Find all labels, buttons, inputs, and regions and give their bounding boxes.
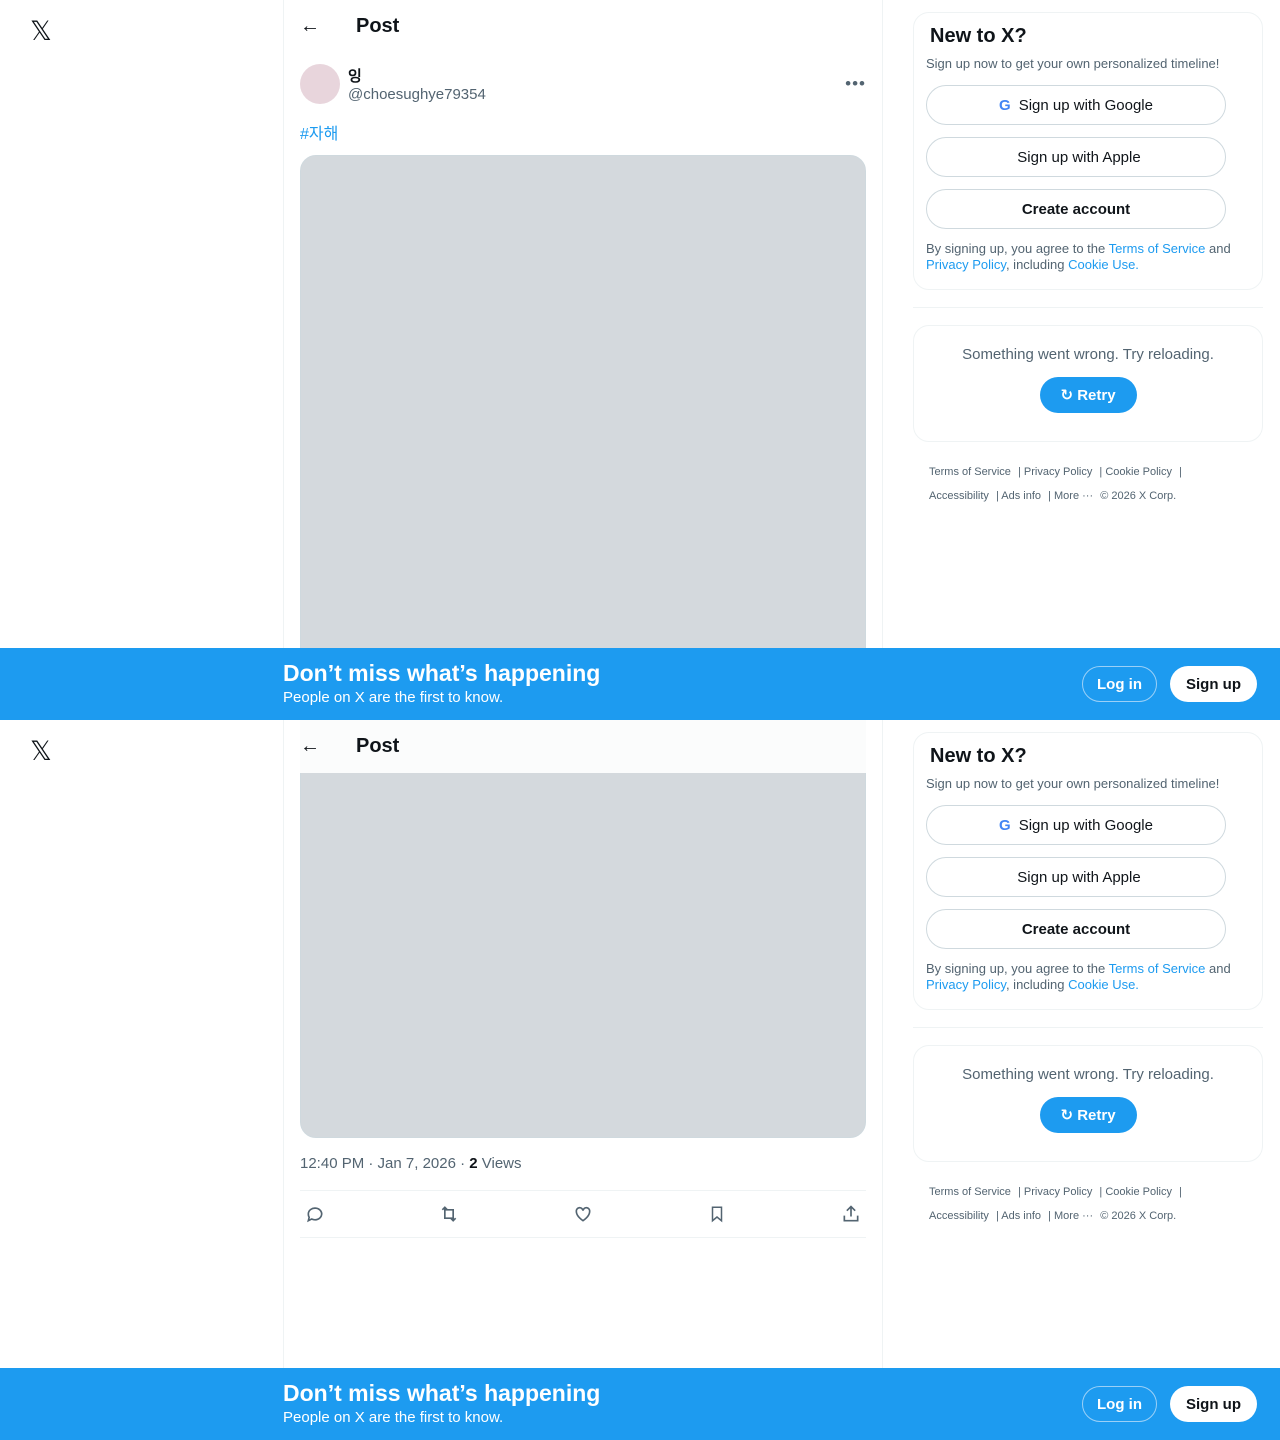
signup-google-button[interactable]: G Sign up with Google: [926, 805, 1226, 845]
google-icon: G: [999, 816, 1011, 834]
google-icon: G: [999, 96, 1011, 114]
post-actions: [300, 1190, 866, 1238]
author-handle[interactable]: @choesughye79354: [348, 86, 486, 103]
terms-link[interactable]: Terms of Service: [1109, 961, 1206, 976]
footer-cookie-link[interactable]: Cookie Policy: [1105, 466, 1172, 478]
footer-links: Terms of Service | Privacy Policy | Cook…: [929, 1186, 1182, 1222]
banner-title: Don’t miss what’s happening: [283, 1380, 601, 1406]
banner-subtitle: People on X are the first to know.: [283, 689, 504, 706]
views-label: Views: [477, 1155, 522, 1172]
reply-icon[interactable]: [304, 1203, 326, 1225]
signup-apple-button[interactable]: Sign up with Apple: [926, 857, 1226, 897]
post-header: ← Post: [284, 720, 882, 773]
error-message: Something went wrong. Try reloading.: [962, 346, 1214, 363]
signup-banner: Don’t miss what’s happening People on X …: [0, 1368, 1280, 1440]
back-arrow-icon[interactable]: ←: [284, 15, 338, 38]
footer-more-link[interactable]: More ···: [1054, 490, 1093, 502]
footer-ads-link[interactable]: Ads info: [1001, 1210, 1041, 1222]
footer-terms-link[interactable]: Terms of Service: [929, 1186, 1011, 1198]
footer-privacy-link[interactable]: Privacy Policy: [1024, 1186, 1092, 1198]
viewport-bottom: 𝕏 ← Post 12:40 PM · Jan 7, 2026 · 2 View…: [0, 720, 1280, 1440]
footer-more-link[interactable]: More ···: [1054, 1210, 1093, 1222]
footer-ads-link[interactable]: Ads info: [1001, 490, 1041, 502]
post-media-placeholder: [300, 155, 866, 720]
signup-banner: Don’t miss what’s happening People on X …: [0, 648, 1280, 720]
signup-card: New to X? Sign up now to get your own pe…: [913, 12, 1263, 290]
post-hashtag[interactable]: #자해: [300, 120, 338, 144]
banner-title: Don’t miss what’s happening: [283, 660, 601, 686]
login-button[interactable]: Log in: [1082, 666, 1157, 702]
signup-google-button[interactable]: G Sign up with Google: [926, 85, 1226, 125]
error-message: Something went wrong. Try reloading.: [962, 1066, 1214, 1083]
privacy-link[interactable]: Privacy Policy: [926, 257, 1006, 272]
post-media-placeholder: [300, 720, 866, 1138]
post-author: 잉 @choesughye79354 •••: [300, 64, 866, 104]
divider: [913, 1027, 1263, 1028]
create-account-button[interactable]: Create account: [926, 909, 1226, 949]
terms-link[interactable]: Terms of Service: [1109, 241, 1206, 256]
signup-button[interactable]: Sign up: [1170, 1386, 1257, 1422]
error-card: Something went wrong. Try reloading. ↻ R…: [913, 1045, 1263, 1162]
footer-accessibility-link[interactable]: Accessibility: [929, 1210, 989, 1222]
avatar[interactable]: [300, 64, 340, 104]
page-title: Post: [356, 15, 400, 37]
repost-icon[interactable]: [438, 1203, 460, 1225]
views-count: 2: [469, 1155, 478, 1172]
like-icon[interactable]: [572, 1203, 594, 1225]
banner-subtitle: People on X are the first to know.: [283, 1409, 504, 1426]
author-display-name[interactable]: 잉: [348, 65, 486, 86]
login-button[interactable]: Log in: [1082, 1386, 1157, 1422]
right-sidebar: New to X? Sign up now to get your own pe…: [913, 732, 1263, 1228]
footer-links: Terms of Service | Privacy Policy | Cook…: [929, 466, 1182, 502]
post-column: ← Post 잉 @choesughye79354 ••• #자해: [283, 0, 883, 720]
signup-card: New to X? Sign up now to get your own pe…: [913, 732, 1263, 1010]
signup-subtitle: Sign up now to get your own personalized…: [926, 56, 1220, 71]
footer-cookie-link[interactable]: Cookie Policy: [1105, 1186, 1172, 1198]
footer-copyright: © 2026 X Corp.: [1100, 490, 1177, 502]
bookmark-icon[interactable]: [706, 1203, 728, 1225]
retry-button[interactable]: ↻ Retry: [1039, 377, 1137, 413]
right-sidebar: New to X? Sign up now to get your own pe…: [913, 12, 1263, 508]
signup-legal-text: By signing up, you agree to the Terms of…: [926, 961, 1231, 992]
footer-copyright: © 2026 X Corp.: [1100, 1210, 1177, 1222]
x-logo-icon[interactable]: 𝕏: [30, 16, 52, 47]
footer-privacy-link[interactable]: Privacy Policy: [1024, 466, 1092, 478]
back-arrow-icon[interactable]: ←: [284, 735, 338, 758]
error-card: Something went wrong. Try reloading. ↻ R…: [913, 325, 1263, 442]
cookie-link[interactable]: Cookie Use.: [1068, 977, 1139, 992]
refresh-icon: ↻: [1060, 1107, 1078, 1124]
signup-button[interactable]: Sign up: [1170, 666, 1257, 702]
page-title: Post: [356, 735, 400, 757]
privacy-link[interactable]: Privacy Policy: [926, 977, 1006, 992]
viewport-top: 𝕏 ← Post 잉 @choesughye79354 ••• #자해 New …: [0, 0, 1280, 720]
post-metadata: 12:40 PM · Jan 7, 2026 · 2 Views: [300, 1155, 522, 1172]
divider: [913, 307, 1263, 308]
refresh-icon: ↻: [1060, 387, 1078, 404]
retry-button[interactable]: ↻ Retry: [1039, 1097, 1137, 1133]
more-options-icon[interactable]: •••: [845, 74, 866, 94]
signup-apple-button[interactable]: Sign up with Apple: [926, 137, 1226, 177]
signup-title: New to X?: [930, 25, 1027, 47]
x-logo-icon[interactable]: 𝕏: [30, 736, 52, 767]
footer-terms-link[interactable]: Terms of Service: [929, 466, 1011, 478]
signup-title: New to X?: [930, 745, 1027, 767]
signup-subtitle: Sign up now to get your own personalized…: [926, 776, 1220, 791]
footer-accessibility-link[interactable]: Accessibility: [929, 490, 989, 502]
create-account-button[interactable]: Create account: [926, 189, 1226, 229]
signup-legal-text: By signing up, you agree to the Terms of…: [926, 241, 1231, 272]
post-column: ← Post 12:40 PM · Jan 7, 2026 · 2 Views: [283, 720, 883, 1368]
post-timestamp[interactable]: 12:40 PM · Jan 7, 2026 ·: [300, 1155, 469, 1172]
cookie-link[interactable]: Cookie Use.: [1068, 257, 1139, 272]
post-header: ← Post: [284, 0, 882, 53]
share-icon[interactable]: [840, 1203, 862, 1225]
